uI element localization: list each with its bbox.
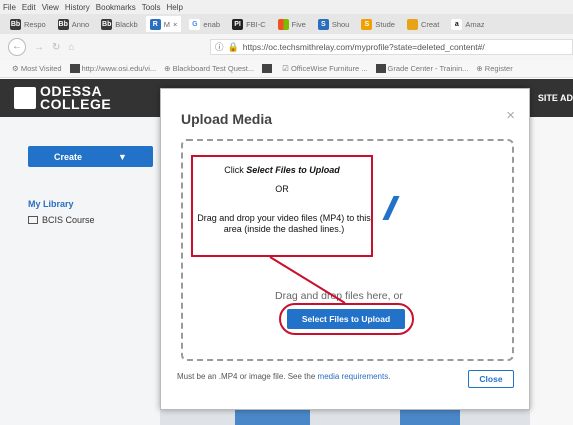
tab-label: Anno [71, 19, 90, 29]
google-icon: G [189, 18, 201, 30]
sidebar-item-bcis-course[interactable]: BCIS Course [28, 215, 95, 225]
share-icon: S [317, 18, 329, 30]
pi-icon: PI [232, 18, 244, 30]
browser-tab[interactable]: a Amaz [447, 16, 488, 32]
media-requirements-link[interactable]: media requirements [318, 372, 389, 381]
blackboard-icon: Bb [10, 18, 21, 30]
url-text: https://oc.techsmithrelay.com/myprofile?… [242, 42, 485, 52]
browser-tab[interactable]: PI FBI-C [228, 16, 270, 32]
browser-tabbar: Bb Respo Bb Anno Bb Blackb R M × Genab PI FBI-… [0, 14, 573, 34]
tab-label: enab [203, 19, 221, 29]
checkbox-icon: ☑ [282, 64, 289, 73]
tab-label: Stude [375, 19, 395, 29]
blackboard-icon: Bb [57, 18, 69, 30]
browser-tab[interactable]: S Shou [314, 16, 354, 32]
tab-close-icon[interactable]: × [173, 20, 177, 29]
menu-file[interactable]: File [3, 3, 16, 12]
browser-tab-active[interactable]: R M × [145, 16, 182, 32]
close-button[interactable]: Close [468, 370, 514, 388]
bookmark-item[interactable]: ⊕ Register [476, 64, 512, 73]
browser-addressbar: ← → ↻ ⌂ ⓘ 🔒 https://oc.techsmithrelay.co… [0, 34, 573, 60]
blackboard-icon [69, 64, 80, 74]
menu-tools[interactable]: Tools [142, 3, 161, 12]
lock-icon: 🔒 [227, 41, 239, 52]
globe-icon: ⊕ [164, 64, 171, 73]
callout-highlight-ring [279, 303, 414, 335]
browser-tab[interactable]: Five [274, 16, 310, 32]
relay-icon: R [149, 18, 161, 30]
callout-line-3: Drag and drop your video files (MP4) to … [197, 213, 371, 234]
url-field[interactable]: ⓘ 🔒 https://oc.techsmithrelay.com/myprof… [210, 39, 573, 55]
tab-label: Respo [24, 19, 46, 29]
browser-tab[interactable]: S Stude [357, 16, 399, 32]
creative-icon [406, 18, 418, 30]
tab-label: Five [291, 19, 306, 29]
forward-icon[interactable]: → [34, 42, 44, 53]
close-icon[interactable]: × [506, 107, 515, 124]
browser-tab[interactable]: Bb Blackb [97, 16, 142, 32]
tab-label: Blackb [115, 19, 138, 29]
menu-view[interactable]: View [42, 3, 59, 12]
content-strip [530, 117, 573, 425]
back-button[interactable]: ← [8, 38, 26, 56]
tab-label: M [163, 19, 170, 29]
browser-tab[interactable]: Bb Anno [54, 16, 94, 32]
modal-title: Upload Media [181, 111, 273, 127]
folder-icon [28, 216, 38, 224]
bookmark-item[interactable] [262, 64, 274, 74]
bookmark-item[interactable]: Grade Center - Trainin... [375, 64, 468, 74]
college-logo[interactable]: ODESSA COLLEGE [40, 84, 111, 111]
tab-label: Creat [420, 19, 440, 29]
browser-tab[interactable]: Bb Respo [6, 16, 50, 32]
my-library-heading[interactable]: My Library [28, 199, 74, 209]
chevron-down-icon: ▼ [118, 151, 127, 162]
menu-bookmarks[interactable]: Bookmarks [96, 3, 136, 12]
study-icon: S [361, 18, 373, 30]
blackboard-icon [262, 64, 273, 74]
browser-tab[interactable]: Genab [185, 16, 224, 32]
browser-tab[interactable]: Creat [403, 16, 443, 32]
globe-icon: ⊕ [476, 64, 483, 73]
bookmark-item[interactable]: ⚙ Most Visited [12, 64, 62, 73]
home-icon[interactable]: ⌂ [68, 42, 74, 53]
microsoft-icon [277, 18, 289, 30]
amazon-icon: a [451, 18, 463, 30]
file-requirements: Must be an .MP4 or image file. See the m… [177, 372, 391, 381]
tab-label: Amaz [465, 19, 485, 29]
bookmarks-bar: ⚙ Most Visited http://www.osi.edu/vi... … [0, 60, 573, 78]
menu-history[interactable]: History [65, 3, 90, 12]
gear-icon: ⚙ [12, 64, 19, 73]
reload-icon[interactable]: ↻ [52, 42, 60, 53]
callout-line-1: Click Select Files to Upload [224, 165, 340, 175]
drop-instructions: Drag and drop files here, or [275, 290, 403, 302]
menu-edit[interactable]: Edit [22, 3, 36, 12]
menu-help[interactable]: Help [166, 3, 182, 12]
bookmark-item[interactable]: ⊕ Blackboard Test Quest... [164, 64, 254, 73]
site-admin-link[interactable]: SITE AD [538, 93, 573, 103]
callout-line-2: OR [275, 184, 289, 194]
browser-menubar: File Edit View History Bookmarks Tools H… [0, 0, 573, 14]
college-logo-icon [14, 87, 36, 109]
blackboard-icon: Bb [101, 18, 113, 30]
create-button[interactable]: Create ▼ [28, 146, 153, 167]
bookmark-item[interactable]: ☑ OfficeWise Furniture ... [282, 64, 367, 73]
info-icon[interactable]: ⓘ [215, 41, 224, 53]
tab-label: Shou [331, 19, 350, 29]
bookmark-item[interactable]: http://www.osi.edu/vi... [69, 64, 156, 74]
tab-label: FBI-C [246, 19, 266, 29]
blackboard-icon [375, 64, 386, 74]
instruction-callout: Click Select Files to Upload OR Drag and… [191, 155, 373, 257]
